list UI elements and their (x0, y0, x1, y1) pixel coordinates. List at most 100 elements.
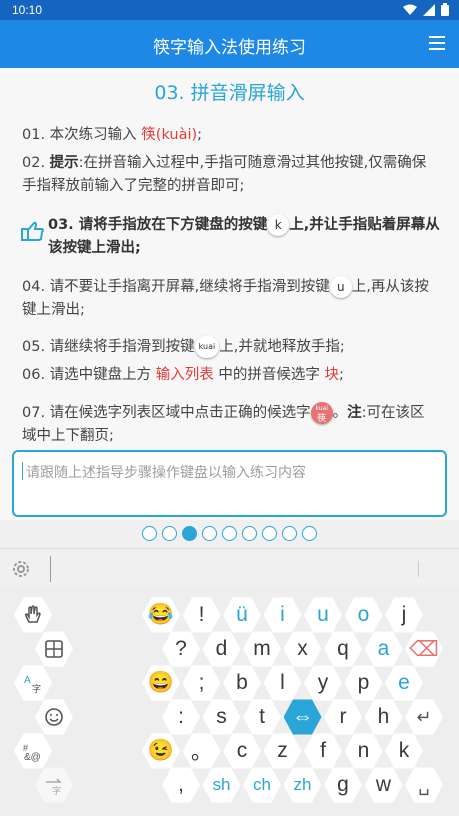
key-label: i (280, 603, 285, 626)
target-char: 筷(kuài) (141, 127, 198, 143)
key-4-4[interactable]: f (304, 733, 342, 769)
key-label: d (215, 637, 228, 660)
key-label: ch (253, 775, 271, 794)
key-0-4[interactable]: u (304, 597, 342, 633)
key-label: 😄 (147, 671, 175, 694)
key-0-0[interactable]: 😂 (142, 597, 180, 633)
step-6: 06. 请选中键盘上方 输入列表 中的拼音候选字 块; (22, 367, 344, 383)
key-5-0[interactable]: , (162, 767, 200, 803)
hand-gesture-key[interactable] (14, 597, 52, 633)
key-4-3[interactable]: z (263, 733, 302, 769)
key-0-2[interactable]: ü (223, 597, 261, 633)
key-3-0[interactable]: : (162, 699, 200, 735)
key-5-4[interactable]: g (324, 767, 362, 803)
key-0-3[interactable]: i (263, 597, 302, 633)
page-dot[interactable] (202, 526, 217, 541)
key-chip-candidate: kuai 筷 (310, 402, 333, 424)
key-1-0[interactable]: ? (162, 631, 200, 667)
page-dot[interactable] (162, 526, 177, 541)
key-0-1[interactable]: ! (182, 597, 221, 633)
key-5-3[interactable]: zh (283, 767, 322, 803)
key-2-5[interactable]: p (344, 665, 383, 701)
page-dot[interactable] (282, 526, 297, 541)
key-2-2[interactable]: b (223, 665, 261, 701)
page-dot[interactable] (142, 526, 157, 541)
key-label: w (375, 773, 392, 796)
key-5-5[interactable]: w (364, 767, 403, 803)
key-5-2[interactable]: ch (243, 767, 281, 803)
step-1: 01. 本次练习输入 筷(kuài); (22, 127, 203, 143)
key-3-1[interactable]: s (202, 699, 241, 735)
key-label: r (339, 705, 347, 728)
page-dot[interactable] (182, 526, 197, 541)
key-5-1[interactable]: sh (202, 767, 241, 803)
wifi-icon (403, 4, 417, 15)
practice-input[interactable]: 请跟随上述指导步骤操作键盘以输入练习内容 (12, 450, 447, 517)
key-0-5[interactable]: o (344, 597, 383, 633)
page-dot[interactable] (242, 526, 257, 541)
key-1-3[interactable]: x (283, 631, 322, 667)
key-2-1[interactable]: ; (182, 665, 221, 701)
key-1-5[interactable]: a (364, 631, 403, 667)
symbols-key[interactable]: # &@ (14, 733, 52, 769)
gear-icon[interactable] (10, 558, 32, 580)
calculator-key[interactable] (35, 631, 73, 667)
key-label: y (317, 671, 329, 694)
menu-icon[interactable] (429, 36, 445, 50)
key-3-2[interactable]: t (243, 699, 281, 735)
key-label: zh (293, 775, 312, 794)
key-2-3[interactable]: l (263, 665, 302, 701)
key-label: sh (212, 775, 231, 794)
step-3: 03. 请将手指放在下方键盘的按键 k 上,并让手指贴着屏幕从该按键上滑出; (48, 214, 440, 260)
key-3-5[interactable]: h (364, 699, 403, 735)
svg-text:A: A (24, 675, 31, 686)
signal-icon (423, 3, 435, 16)
translate-key[interactable]: A字 (14, 665, 52, 701)
key-label: ⌫ (409, 637, 439, 661)
key-4-1[interactable]: 。 (182, 733, 221, 769)
key-4-2[interactable]: c (223, 733, 261, 769)
battery-icon (441, 3, 449, 16)
key-5-6[interactable]: ␣ (405, 767, 443, 803)
key-1-6[interactable]: ⌫ (405, 631, 443, 667)
key-0-6[interactable]: j (385, 597, 423, 633)
svg-text:字: 字 (52, 785, 61, 796)
key-label: a (377, 637, 390, 660)
key-4-0[interactable]: 😉 (142, 733, 180, 769)
page-dot[interactable] (262, 526, 277, 541)
page-dot[interactable] (302, 526, 317, 541)
status-bar: 10:10 (0, 0, 459, 20)
key-label: ␣ (418, 774, 430, 795)
lesson-content: 03. 拼音滑屏输入 01. 本次练习输入 筷(kuài); 02. 提示:在拼… (0, 68, 459, 541)
key-label: c (236, 739, 248, 762)
key-1-4[interactable]: q (324, 631, 362, 667)
key-label: 。 (191, 741, 212, 764)
step-7: 07. 请在候选字列表区域中点击正确的候选字 kuai 筷。注:可在该区域中上下翻页… (22, 402, 436, 448)
key-label: , (178, 773, 184, 796)
key-1-2[interactable]: m (243, 631, 281, 667)
page-dot[interactable] (222, 526, 237, 541)
key-label: ⇔ (292, 705, 313, 728)
step-2: 02. 提示:在拼音输入过程中,手指可随意滑过其他按键,仅需确保手指释放前输入了… (22, 155, 427, 194)
input-placeholder: 请跟随上述指导步骤操作键盘以输入练习内容 (26, 465, 306, 481)
key-4-6[interactable]: k (385, 733, 423, 769)
app-bar: 筷字输入法使用练习 (0, 20, 459, 68)
key-label: : (178, 705, 184, 728)
key-3-6[interactable]: ↵ (405, 699, 443, 735)
key-2-0[interactable]: 😄 (142, 665, 180, 701)
key-2-4[interactable]: y (304, 665, 342, 701)
smile-icon (45, 708, 63, 726)
svg-text:字: 字 (32, 683, 41, 694)
key-chip-k: k (267, 214, 290, 236)
key-1-1[interactable]: d (202, 631, 241, 667)
key-2-6[interactable]: e (385, 665, 423, 701)
key-3-3[interactable]: ⇔ (283, 699, 322, 735)
key-label: ? (175, 637, 187, 660)
lesson-heading: 03. 拼音滑屏输入 (154, 82, 305, 104)
key-3-4[interactable]: r (324, 699, 362, 735)
key-label: ! (198, 603, 205, 626)
key-4-5[interactable]: n (344, 733, 383, 769)
switch-key[interactable]: 字 (35, 767, 73, 803)
key-label: l (280, 671, 285, 694)
emoji-key[interactable] (35, 699, 73, 735)
